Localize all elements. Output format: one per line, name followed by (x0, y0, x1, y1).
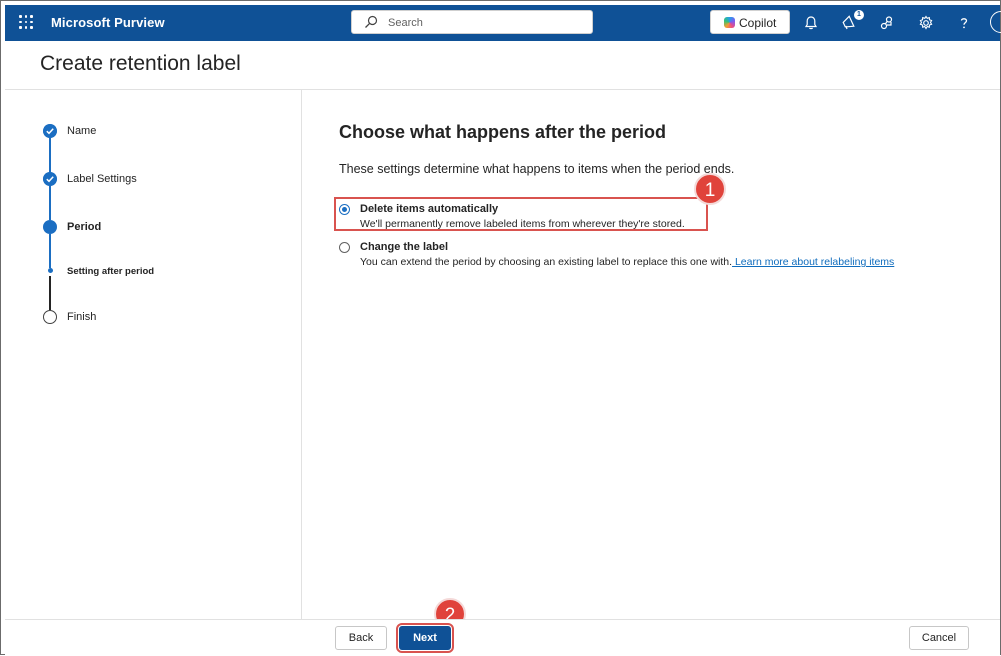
learn-more-link[interactable]: Learn more about relabeling items (732, 256, 894, 268)
next-button[interactable]: Next (396, 623, 454, 653)
step-connector (49, 276, 51, 310)
gear-icon[interactable] (917, 14, 935, 32)
search-box[interactable] (351, 10, 593, 34)
radio-change-label[interactable] (339, 242, 350, 253)
section-heading: Choose what happens after the period (339, 122, 667, 142)
top-bar: Microsoft Purview Copilot 1 (5, 5, 1001, 41)
title-bar: Create retention label (5, 41, 1000, 90)
option-description: You can extend the period by choosing an… (360, 256, 894, 268)
section-description: These settings determine what happens to… (339, 162, 735, 176)
search-icon (365, 15, 378, 28)
copilot-label: Copilot (739, 16, 777, 30)
step-pending-icon (43, 310, 57, 324)
substep-dot-icon (48, 268, 53, 273)
app-name[interactable]: Microsoft Purview (51, 15, 165, 30)
step-period[interactable]: Period (67, 221, 101, 233)
app-launcher-icon[interactable] (19, 15, 33, 29)
step-finish: Finish (67, 311, 97, 323)
copilot-button[interactable]: Copilot (710, 10, 790, 34)
cancel-button[interactable]: Cancel (909, 626, 969, 650)
wizard-steps: Name Label Settings Period Setting after… (5, 90, 302, 619)
help-icon[interactable] (955, 14, 973, 32)
step-connector (49, 234, 51, 268)
step-connector (49, 186, 51, 220)
notification-badge: 1 (854, 10, 864, 20)
bell-icon[interactable] (802, 14, 820, 32)
step-setting-after-period[interactable]: Setting after period (67, 266, 154, 277)
step-label-settings[interactable]: Label Settings (67, 173, 137, 185)
page-title: Create retention label (40, 52, 241, 75)
step-complete-icon (43, 124, 57, 138)
callout-1: 1 (694, 173, 726, 205)
option-title: Change the label (360, 241, 449, 253)
highlight-box (334, 197, 708, 231)
wizard-footer: Back Next Cancel (5, 619, 1000, 656)
avatar[interactable] (990, 11, 1001, 33)
step-name[interactable]: Name (67, 125, 96, 137)
step-connector (49, 138, 51, 172)
back-button[interactable]: Back (335, 626, 387, 650)
connected-apps-icon[interactable] (878, 14, 896, 32)
step-current-icon (43, 220, 57, 234)
step-complete-icon (43, 172, 57, 186)
search-input[interactable] (386, 14, 580, 32)
copilot-icon (724, 17, 735, 28)
option-description-text: You can extend the period by choosing an… (360, 256, 733, 268)
